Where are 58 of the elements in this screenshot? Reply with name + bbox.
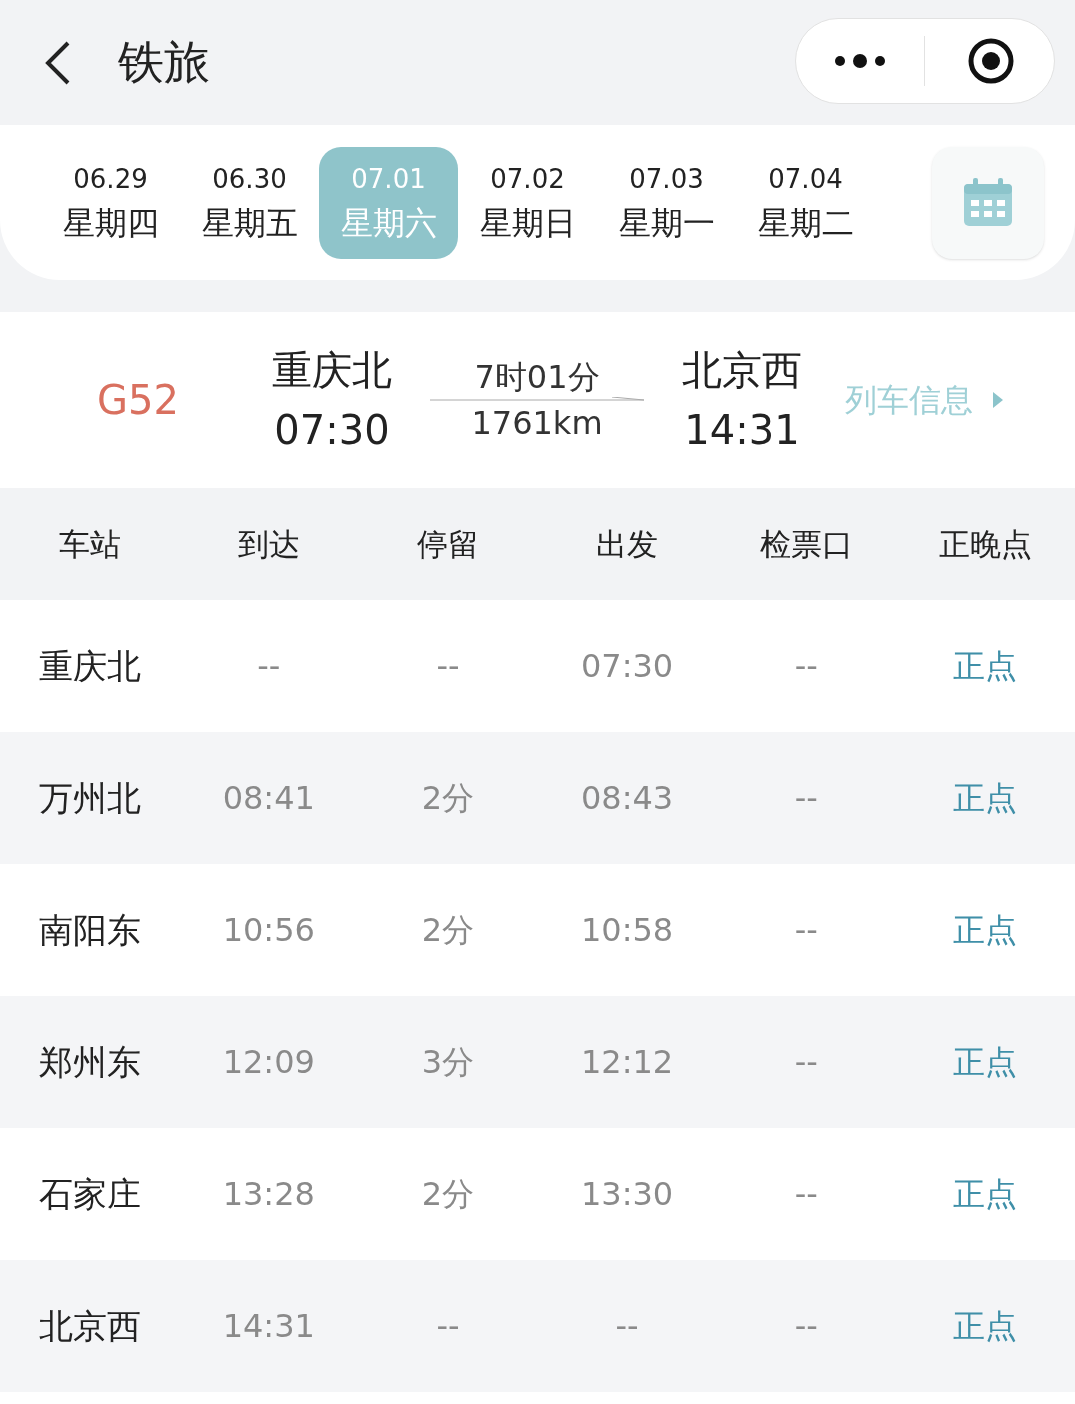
table-cell-text: 12:12 [581, 1042, 674, 1083]
station-name: 重庆北 [38, 644, 141, 688]
table-cell-text: -- [436, 646, 460, 687]
table-cell-text: 13:28 [222, 1174, 315, 1215]
table-cell-text: 10:56 [222, 910, 315, 951]
station-name: 石家庄 [38, 1172, 141, 1216]
arrival-time: 14:31 [684, 406, 800, 455]
column-header: 到达 [237, 524, 300, 564]
station-name: 北京西 [38, 1304, 141, 1348]
caret-icon [993, 392, 1003, 408]
table-cell-text: 2分 [421, 910, 475, 951]
status-cell-text: 正点 [953, 1042, 1018, 1083]
date-tab[interactable]: 06.30 星期五 [180, 146, 319, 259]
table-cell-text: -- [615, 1306, 639, 1347]
distance: 1761km [471, 403, 603, 443]
column-header: 出发 [596, 524, 659, 564]
arrival-station: 北京西 [682, 346, 802, 395]
table-cell-text: 08:43 [581, 778, 674, 819]
date-tab[interactable]: 07.02 星期日 [458, 146, 597, 259]
column-header: 车站 [58, 524, 121, 564]
table-cell-text: 2分 [421, 778, 475, 819]
date-tab[interactable]: 06.29 星期四 [41, 146, 180, 259]
table-cell-text: -- [794, 778, 818, 819]
table-cell-text: 12:09 [222, 1042, 315, 1083]
status-cell-text: 正点 [953, 910, 1018, 951]
table-cell-text: 14:31 [222, 1306, 315, 1347]
station-name: 南阳东 [38, 908, 141, 952]
status-cell-text: 正点 [953, 646, 1018, 687]
table-cell-text: -- [436, 1306, 460, 1347]
close-target-icon[interactable] [967, 37, 1015, 85]
table-cell-text: -- [257, 646, 281, 687]
departure-station: 重庆北 [272, 346, 392, 395]
column-header: 停留 [416, 524, 479, 564]
date-tab[interactable]: 07.03 星期一 [597, 146, 736, 259]
table-cell-text: 3分 [421, 1042, 475, 1083]
status-cell-text: 正点 [953, 1306, 1018, 1347]
duration: 7时01分 [474, 357, 600, 397]
column-header: 检票口 [759, 524, 853, 564]
status-cell-text: 正点 [953, 1174, 1018, 1215]
table-cell-text: 2分 [421, 1174, 475, 1215]
more-icon[interactable] [834, 53, 886, 69]
table-cell-text: -- [794, 1306, 818, 1347]
table-cell-text: 08:41 [222, 778, 315, 819]
table-cell-text: 13:30 [581, 1174, 674, 1215]
table-cell-text: 10:58 [581, 910, 674, 951]
column-header: 正晚点 [938, 524, 1032, 564]
table-cell-text: -- [794, 910, 818, 951]
page-title: 铁旅 [118, 34, 210, 91]
train-number: G52 [96, 376, 180, 425]
status-cell-text: 正点 [953, 778, 1018, 819]
table-cell-text: 07:30 [581, 646, 674, 687]
date-tab[interactable]: 07.04 星期二 [736, 146, 875, 259]
table-cell-text: -- [794, 646, 818, 687]
station-name: 郑州东 [38, 1040, 141, 1084]
table-cell-text: -- [794, 1042, 818, 1083]
station-name: 万州北 [38, 776, 141, 820]
table-cell-text: -- [794, 1174, 818, 1215]
departure-time: 07:30 [274, 406, 390, 455]
